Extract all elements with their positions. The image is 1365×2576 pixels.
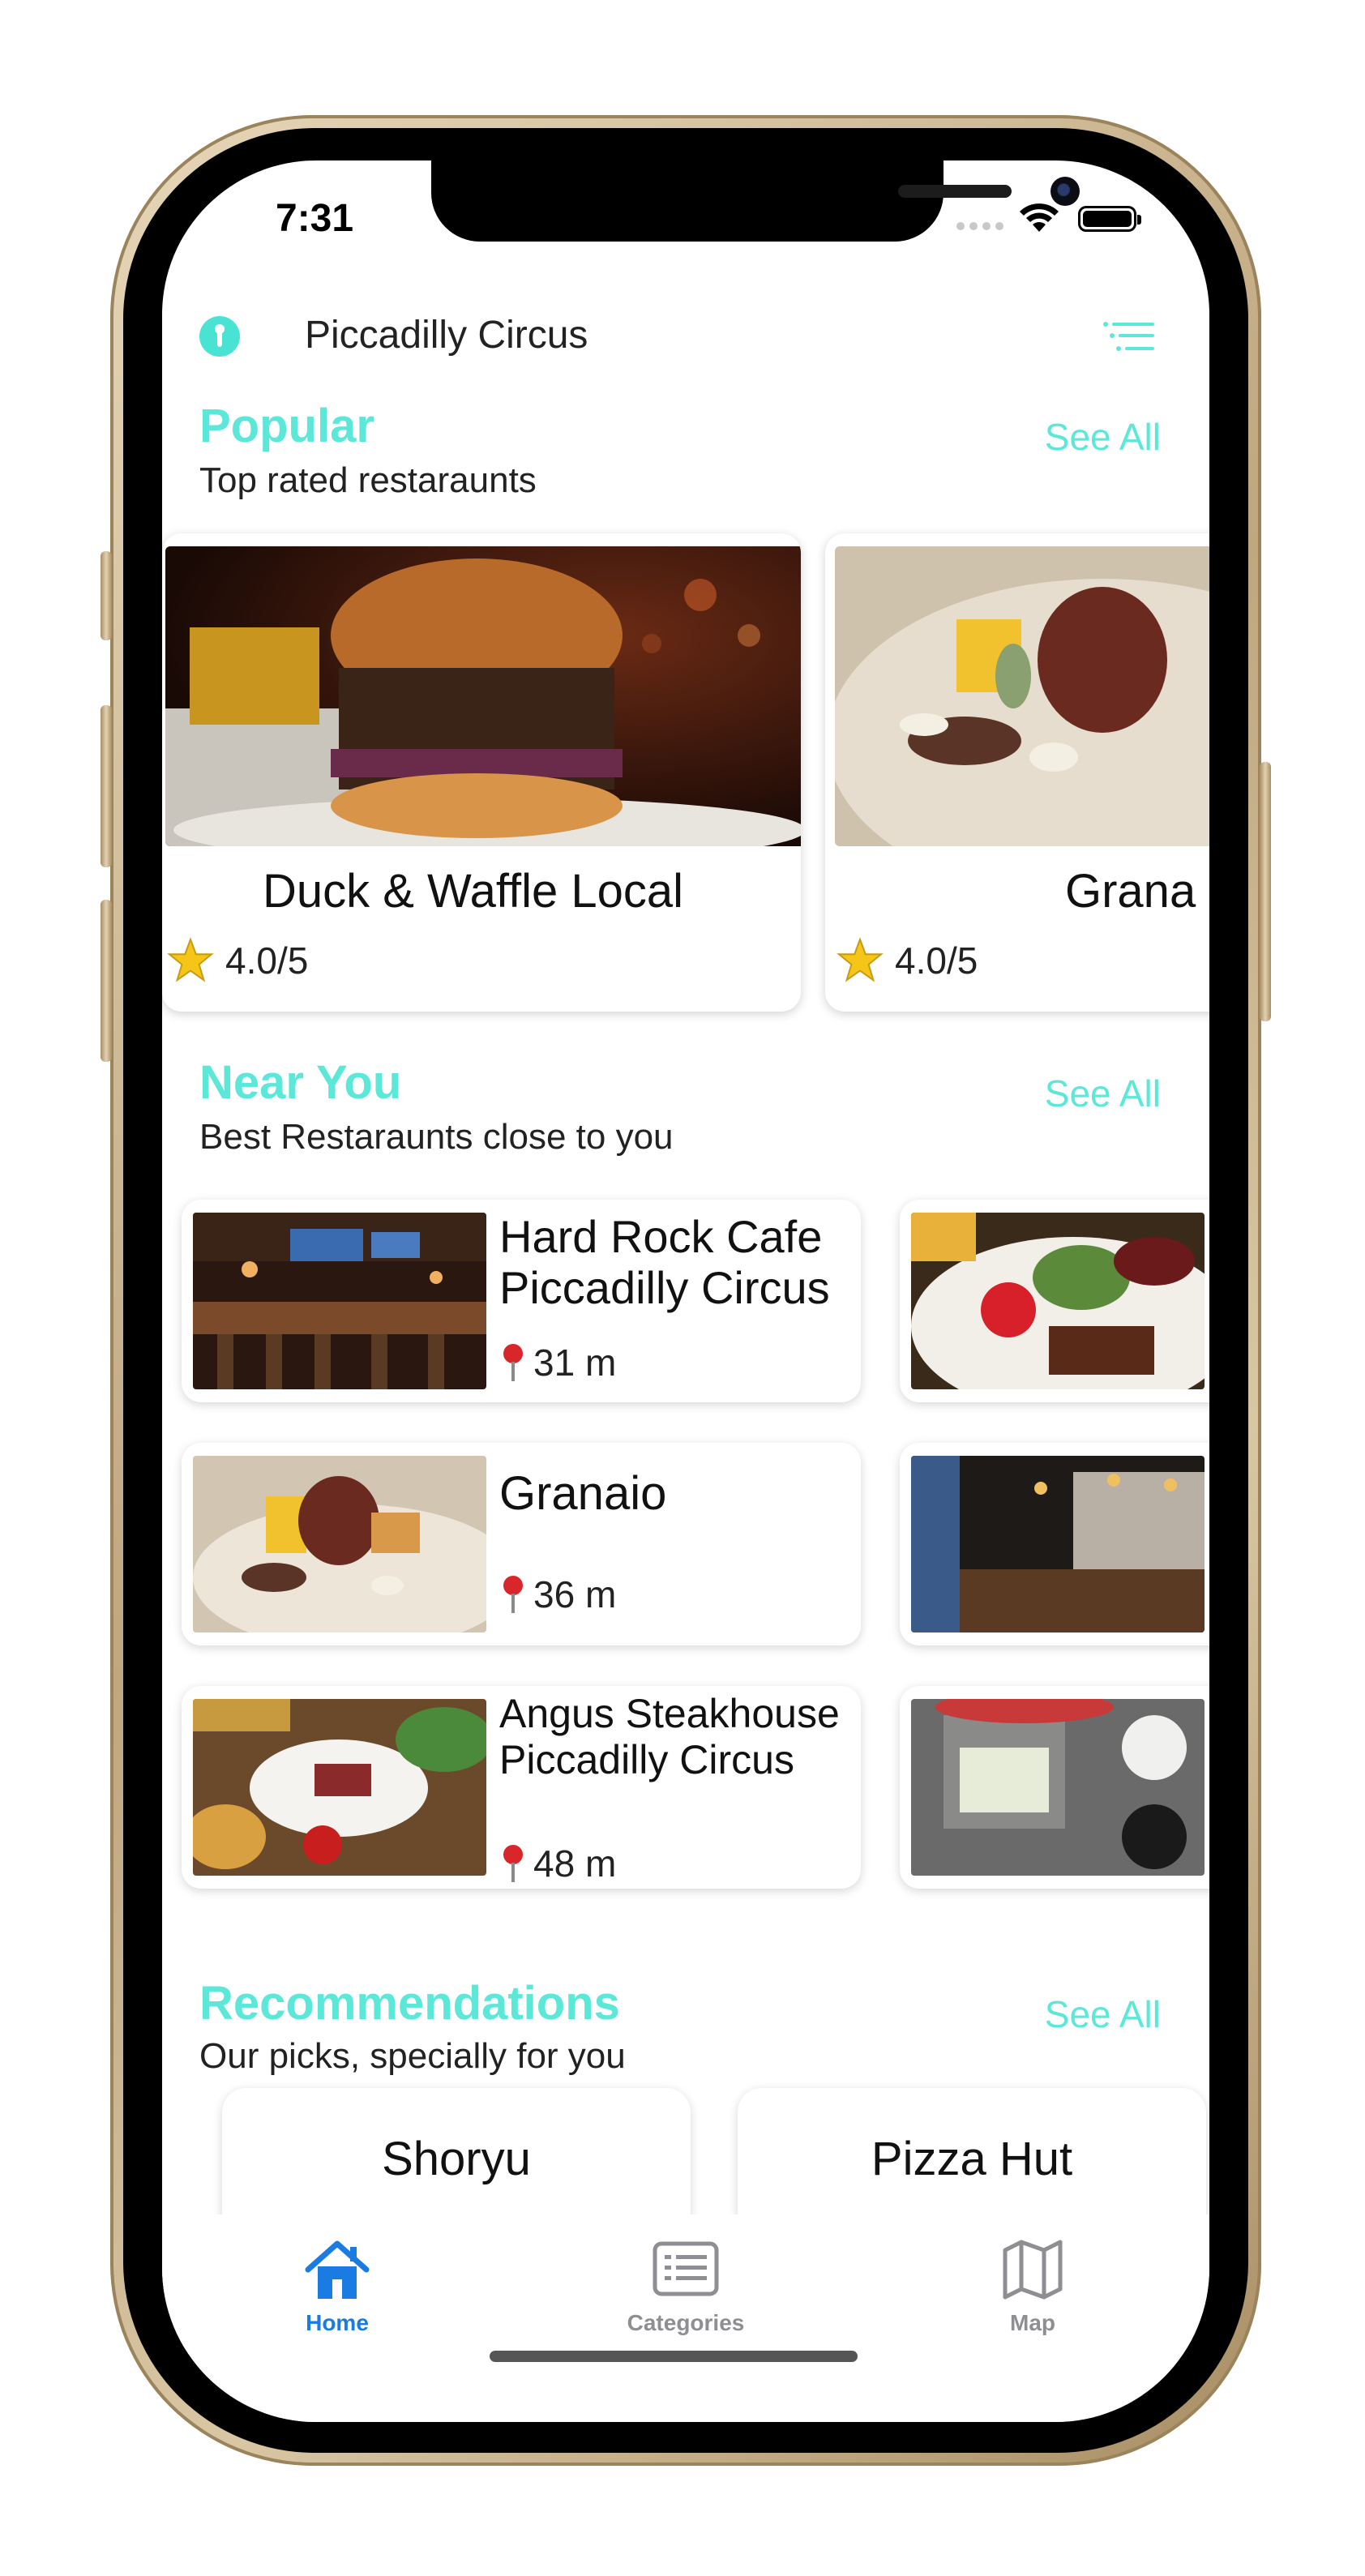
home-indicator[interactable] xyxy=(490,2351,858,2362)
restaurant-name: Pizza Hut xyxy=(871,2133,1073,2185)
restaurant-name: Shoryu xyxy=(382,2133,531,2185)
near-card[interactable]: Granaio 36 m xyxy=(182,1443,861,1645)
silent-switch xyxy=(101,551,112,640)
tab-categories-label: Categories xyxy=(627,2310,745,2335)
distance-value: 48 m xyxy=(533,1842,617,1885)
rating: 4.0/5 xyxy=(167,937,308,984)
map-pin-icon xyxy=(503,1576,523,1613)
current-location[interactable]: Piccadilly Circus xyxy=(305,313,588,357)
near-card[interactable] xyxy=(900,1200,1209,1402)
restaurant-photo xyxy=(193,1699,486,1876)
categories-list-icon xyxy=(653,2241,719,2296)
rating-value: 4.0/5 xyxy=(895,939,978,982)
map-icon xyxy=(1003,2240,1063,2300)
restaurant-photo xyxy=(911,1699,1205,1876)
recommendations-see-all-button[interactable]: See All xyxy=(1045,1992,1161,2036)
popular-card[interactable]: Grana 4.0/5 xyxy=(825,533,1209,1012)
restaurant-name: Hard Rock Cafe Piccadilly Circus xyxy=(499,1211,830,1314)
popular-see-all-button[interactable]: See All xyxy=(1045,415,1161,459)
restaurant-photo xyxy=(911,1456,1205,1632)
restaurant-photo xyxy=(193,1456,486,1632)
volume-down-button xyxy=(101,900,112,1062)
tab-home[interactable]: Home xyxy=(256,2239,418,2336)
rating-value: 4.0/5 xyxy=(225,939,309,982)
status-time: 7:31 xyxy=(276,197,354,240)
battery-icon xyxy=(1078,206,1141,232)
recommendations-title: Recommendations xyxy=(199,1977,620,2030)
restaurant-photo xyxy=(835,546,1209,846)
distance: 31 m xyxy=(499,1341,616,1384)
volume-up-button xyxy=(101,705,112,867)
distance: 36 m xyxy=(499,1573,616,1616)
distance: 48 m xyxy=(499,1842,616,1885)
tab-home-label: Home xyxy=(306,2310,369,2335)
near-card[interactable]: Hard Rock Cafe Piccadilly Circus 31 m xyxy=(182,1200,861,1402)
power-button xyxy=(1260,762,1271,1021)
home-icon xyxy=(305,2240,370,2299)
near-you-title: Near You xyxy=(199,1056,402,1109)
distance-value: 31 m xyxy=(533,1341,617,1384)
rating: 4.0/5 xyxy=(837,937,978,984)
recommendations-subtitle: Our picks, specially for you xyxy=(199,2036,626,2076)
filter-list-icon[interactable] xyxy=(1102,319,1154,355)
map-pin-icon xyxy=(503,1344,523,1381)
earpiece-speaker xyxy=(898,185,1012,198)
restaurant-name: Duck & Waffle Local xyxy=(263,865,683,918)
wifi-icon xyxy=(1020,203,1059,232)
restaurant-name: Angus Steakhouse Piccadilly Circus xyxy=(499,1691,840,1782)
restaurant-photo xyxy=(193,1213,486,1389)
near-you-subtitle: Best Restaraunts close to you xyxy=(199,1117,674,1157)
restaurant-photo xyxy=(165,546,801,846)
notch xyxy=(431,160,1080,242)
popular-subtitle: Top rated restaraunts xyxy=(199,460,537,500)
app-screen: 7:31 Piccadilly Circus Popular Top rated… xyxy=(162,160,1209,2422)
cellular-signal-icon xyxy=(956,222,1003,230)
near-card[interactable] xyxy=(900,1443,1209,1645)
restaurant-name: Grana xyxy=(1065,865,1196,918)
tab-map-label: Map xyxy=(1010,2310,1055,2335)
distance-value: 36 m xyxy=(533,1573,617,1615)
popular-title: Popular xyxy=(199,400,374,452)
tab-map[interactable]: Map xyxy=(952,2239,1114,2336)
tab-bar: Home Categories Map xyxy=(162,2214,1209,2422)
map-pin-icon xyxy=(503,1845,523,1882)
restaurant-name: Granaio xyxy=(499,1467,667,1520)
star-icon xyxy=(837,937,884,982)
tab-categories[interactable]: Categories xyxy=(605,2239,767,2336)
restaurant-photo xyxy=(911,1213,1205,1389)
near-card[interactable]: Angus Steakhouse Piccadilly Circus 48 m xyxy=(182,1686,861,1889)
near-card[interactable] xyxy=(900,1686,1209,1889)
popular-card[interactable]: Duck & Waffle Local 4.0/5 xyxy=(162,533,801,1012)
location-pin-icon[interactable] xyxy=(199,316,240,357)
near-you-see-all-button[interactable]: See All xyxy=(1045,1072,1161,1115)
star-icon xyxy=(167,937,214,982)
